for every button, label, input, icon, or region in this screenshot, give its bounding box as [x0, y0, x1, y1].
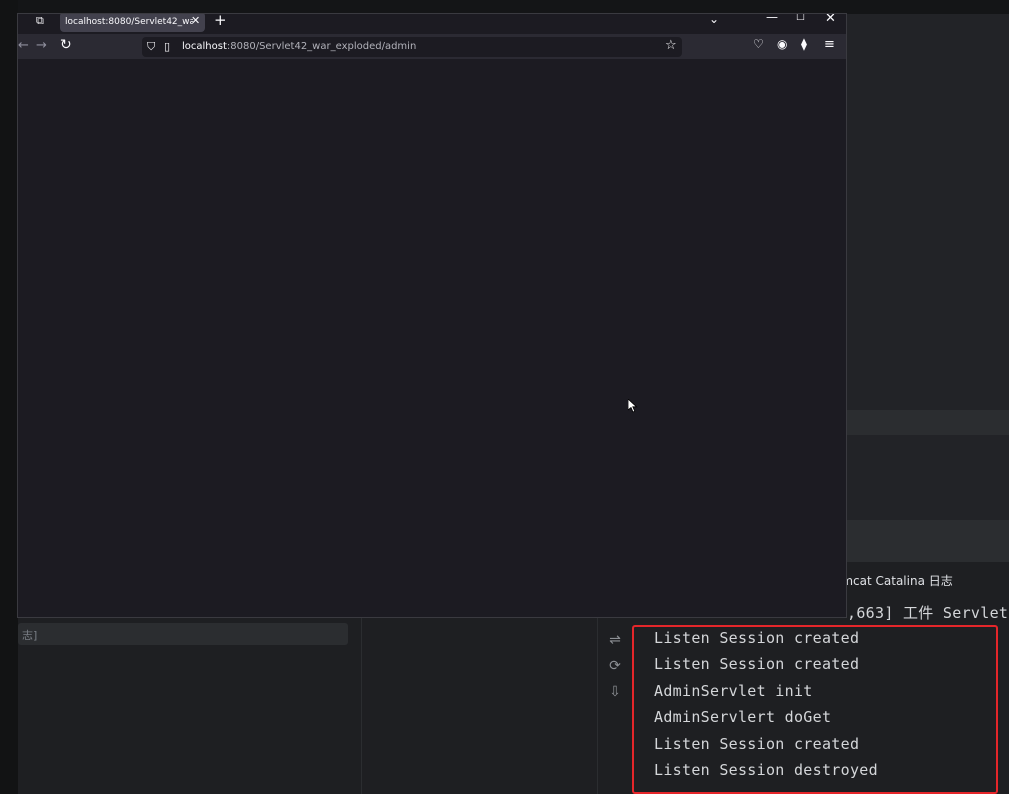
plus-icon[interactable]: + — [214, 14, 227, 29]
browser-tab-bar: ⧉ localhost:8080/Servlet42_war_exploded/… — [18, 14, 846, 34]
ide-panel-area — [847, 435, 1009, 520]
soft-wrap-icon[interactable]: ⇌ — [606, 631, 624, 649]
ide-tool-window-header — [847, 520, 1009, 562]
arrow-right-icon[interactable]: → — [36, 38, 47, 53]
window-close-icon[interactable]: ✕ — [825, 14, 836, 26]
arrow-left-icon[interactable]: ← — [18, 38, 29, 53]
tab-title: localhost:8080/Servlet42_war_exploded/ad… — [65, 17, 193, 27]
url-host: localhost — [182, 41, 227, 52]
console-log-header: ,663] 工件 Servlet — [847, 604, 1009, 622]
page-content — [18, 59, 846, 617]
browser-tab-active[interactable]: localhost:8080/Servlet42_war_exploded/ad… — [60, 14, 205, 32]
url-bar[interactable]: ⛉ ▯ localhost:8080/Servlet42_war_explode… — [142, 37, 682, 57]
account-icon[interactable]: ◉ — [777, 37, 787, 51]
star-icon[interactable]: ☆ — [665, 38, 677, 53]
ide-left-toolbar — [0, 0, 18, 794]
page-icon[interactable]: ▯ — [164, 40, 170, 53]
minimize-icon[interactable]: — — [766, 14, 778, 24]
refresh-icon[interactable]: ⟳ — [606, 657, 624, 675]
ide-top-strip — [18, 0, 1009, 14]
puzzle-icon[interactable]: ⧫ — [801, 37, 807, 51]
pocket-icon[interactable]: ♡ — [753, 37, 764, 51]
mouse-cursor-icon — [628, 399, 638, 413]
highlight-box — [632, 625, 998, 794]
ide-editor-panel — [847, 14, 1009, 410]
hamburger-icon[interactable]: ≡ — [824, 37, 835, 52]
maximize-icon[interactable]: ☐ — [796, 14, 805, 23]
chevron-down-icon[interactable]: ⌄ — [709, 14, 719, 26]
shield-icon[interactable]: ⛉ — [147, 40, 155, 54]
services-search-input[interactable]: 志] — [18, 623, 348, 645]
ide-panel-divider — [847, 410, 1009, 435]
close-icon[interactable]: ✕ — [191, 14, 200, 27]
ide-middle-column — [361, 617, 598, 794]
url-text[interactable]: localhost:8080/Servlet42_war_exploded/ad… — [182, 41, 416, 52]
url-path: :8080/Servlet42_war_exploded/admin — [226, 41, 417, 52]
browser-nav-bar: ← → ↻ ⛉ ▯ localhost:8080/Servlet42_war_e… — [18, 34, 846, 59]
reload-icon[interactable]: ↻ — [60, 37, 72, 53]
search-input-text: 志] — [22, 629, 38, 642]
scroll-to-end-icon[interactable]: ⇩ — [606, 683, 624, 701]
browser-window: ⧉ localhost:8080/Servlet42_war_exploded/… — [18, 14, 846, 617]
tab-list-icon[interactable]: ⧉ — [36, 14, 50, 28]
tab-tomcat-catalina-log[interactable]: omcat Catalina 日志 — [834, 572, 953, 589]
